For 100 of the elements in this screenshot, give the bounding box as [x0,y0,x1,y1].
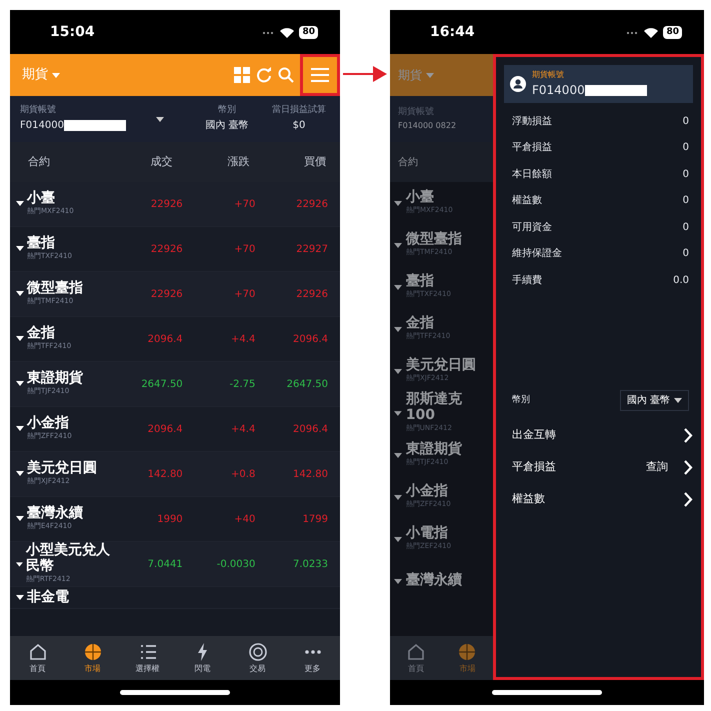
caret-icon [16,562,23,566]
balance-label: 浮動損益 [512,114,552,129]
caret-icon [16,291,24,296]
balance-value: 0.0 [673,274,689,288]
contract-name: 臺指 [406,274,435,290]
contract-name: 小金指 [406,484,449,500]
caret-icon [394,326,402,332]
balance-label: 維持保證金 [512,246,562,262]
caret-icon [16,201,24,206]
caret-icon [394,200,402,206]
table-cell-text: 22926 [295,288,330,302]
column-header: 成交 [150,154,174,170]
search-icon[interactable] [278,67,294,83]
account-label: 期貨帳號 [20,104,57,117]
table-cell-text: 1990 [156,512,184,526]
refresh-icon[interactable] [256,67,272,83]
table-cell-text: 2096.4 [146,332,184,346]
contract-name: 美元兌日圓 [406,358,476,374]
menu-link[interactable]: 出金互轉 [504,420,693,450]
menu-link[interactable]: 權益數 [504,484,693,514]
wifi-icon [280,26,294,38]
pnl-value: $0 [292,118,306,132]
table-cell-text: 2647.50 [286,378,330,392]
account-number: F014000 0822 [398,120,458,132]
caret-icon [394,452,402,458]
caret-icon [52,72,60,78]
account-label: 期貨帳號 [532,69,565,81]
pnl-label: 當日損益試算 [272,104,326,117]
caret-icon [394,368,402,374]
menu-link[interactable]: 平倉損益 查詢 [504,452,693,482]
battery-level: 80 [663,26,682,38]
caret-icon [394,578,402,584]
globe-icon [82,642,102,662]
balance-label: 權益數 [512,194,542,208]
menu-button[interactable] [300,54,340,96]
caret-icon [16,381,24,386]
tab-item[interactable]: 更多 [285,642,340,674]
table-cell-text: 22926 [150,242,184,256]
more-icon [304,650,320,654]
balance-value: 0 [682,194,689,208]
table-cell-text: 7.0233 [292,558,330,572]
contract-name: 小臺 [406,190,435,206]
grid-icon[interactable] [234,67,250,83]
balance-label: 本日餘額 [512,168,552,182]
contract-name: 非金電 [27,590,69,606]
balance-value: 0 [682,114,689,129]
table-cell-text: 2096.4 [146,422,184,436]
contract-name: 小電指 [406,526,449,542]
coin-icon [248,642,268,662]
contract-name: 微型臺指 [406,232,462,248]
table-cell-text: 22927 [295,242,330,256]
tab-item[interactable]: 閃電 [175,642,230,674]
tab-item[interactable]: 首頁 [390,642,442,674]
table-cell-text: 2096.4 [292,422,330,436]
account-number: F014000 [20,118,64,132]
home-icon [28,642,48,662]
balance-value: 0 [682,141,689,156]
contract-name: 美元兌日圓 [27,461,97,476]
caret-icon [426,72,434,78]
wifi-icon [644,26,658,38]
column-header: 買價 [303,154,328,170]
column-header: 合約 [27,154,51,170]
tab-item[interactable]: 選擇權 [120,642,175,674]
caret-icon [16,246,24,252]
signal-icon [263,30,276,34]
caret-icon [16,426,24,432]
currency-dropdown[interactable]: 國內 臺幣 [620,390,689,411]
caret-icon [394,410,402,416]
table-cell-text: 1799 [302,512,330,526]
account-label: 期貨帳號 [398,106,435,120]
table-cell-text: +70 [233,198,256,212]
account-number: F014000 [532,82,585,99]
tab-item[interactable]: 交易 [230,642,285,674]
contract-name: 小型美元兌人民幣 [26,543,111,574]
currency-label: 幣別 [218,104,236,117]
table-cell-text: +4.4 [230,332,256,346]
table-cell-text: +0.8 [230,468,256,482]
table-cell-text: +70 [233,288,256,302]
signal-icon [627,30,640,34]
table-cell-text: -2.75 [228,378,256,392]
table-cell-text: 7.0441 [146,558,184,572]
balance-value: 0 [682,220,689,235]
balance-label: 手續費 [512,274,542,288]
balance-label: 可用資金 [512,220,552,235]
table-cell-text: +4.4 [230,422,256,436]
tab-item[interactable]: 首頁 [10,642,65,674]
tab-item[interactable]: 市場 [65,642,120,674]
chevron-right-icon [684,492,693,507]
battery-level: 80 [299,26,318,38]
caret-icon [394,536,402,542]
table-cell-text: -0.0030 [216,558,256,572]
menu-icon [311,68,329,82]
caret-icon [394,242,402,248]
table-cell-text: 22926 [295,198,330,212]
redaction-bar [64,120,126,130]
caret-icon [16,594,24,600]
caret-icon [16,471,24,476]
caret-icon [16,516,24,522]
contract-name: 臺灣永續 [27,506,83,522]
caret-icon [394,494,402,500]
